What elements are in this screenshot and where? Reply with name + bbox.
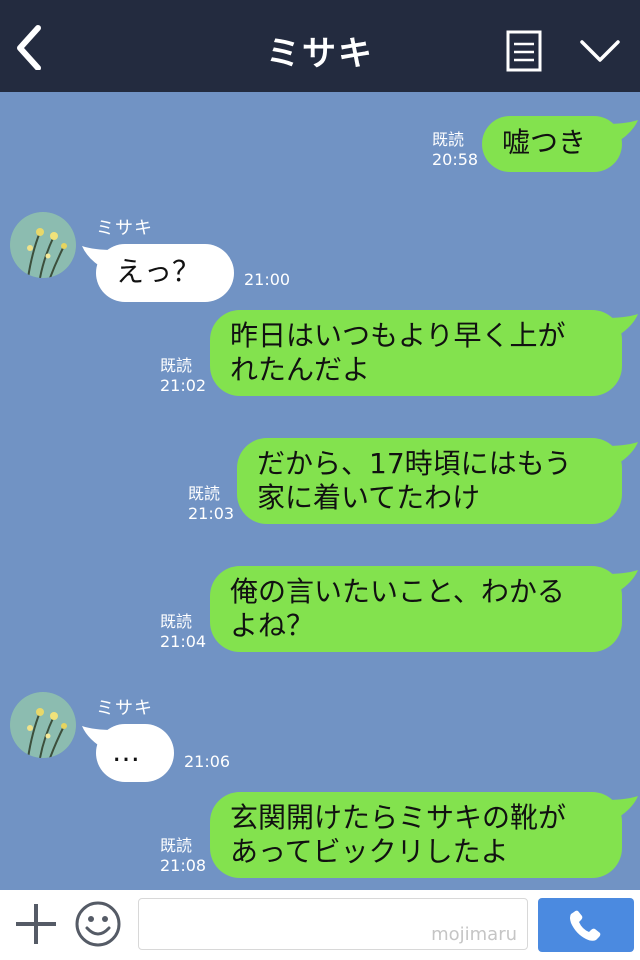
message-time: 21:06: [184, 752, 231, 771]
avatar[interactable]: [10, 212, 76, 278]
message-time: 21:02: [160, 376, 207, 395]
sender-name: ミサキ: [96, 698, 153, 719]
sticker-button[interactable]: [74, 900, 122, 948]
read-receipt: 既読 21:03: [188, 484, 234, 524]
read-status: 既読: [188, 484, 221, 503]
chat-header: ミサキ: [0, 0, 640, 92]
flower-avatar-image: [10, 692, 76, 758]
menu-button[interactable]: [500, 26, 548, 76]
message-input[interactable]: mojimaru: [138, 898, 528, 950]
collapse-button[interactable]: [574, 30, 626, 70]
my-message-bubble[interactable]: 俺の言いたいこと、わかる よね？: [210, 566, 622, 652]
read-receipt: 既読 21:02: [160, 356, 206, 396]
my-message-bubble[interactable]: 嘘つき: [482, 116, 622, 172]
sender-name: ミサキ: [96, 218, 153, 239]
my-message-bubble[interactable]: 昨日はいつもより早く上が れたんだよ: [210, 310, 622, 396]
chevron-down-icon: [580, 40, 620, 62]
smiley-icon: [75, 901, 121, 947]
message-input-bar: mojimaru: [0, 890, 640, 960]
message-time: 21:00: [244, 270, 291, 289]
avatar[interactable]: [10, 692, 76, 758]
their-message-bubble[interactable]: …: [96, 724, 174, 782]
read-receipt: 既読 21:04: [160, 612, 206, 652]
flower-avatar-image: [10, 212, 76, 278]
message-time: 21:03: [188, 504, 235, 523]
message-time: 21:08: [160, 856, 207, 875]
call-button[interactable]: [538, 898, 634, 952]
my-message-bubble[interactable]: だから、17時頃にはもう 家に着いてたわけ: [237, 438, 622, 524]
their-message-bubble[interactable]: えっ？: [96, 244, 234, 302]
message-time: 21:04: [160, 632, 207, 651]
add-button[interactable]: [14, 902, 58, 946]
read-status: 既読: [160, 356, 193, 375]
read-status: 既読: [432, 130, 465, 149]
read-receipt: 既読 21:08: [160, 836, 206, 876]
read-receipt: 既読 20:58: [432, 130, 478, 170]
read-status: 既読: [160, 612, 193, 631]
message-time: 20:58: [432, 150, 479, 169]
read-status: 既読: [160, 836, 193, 855]
plus-icon: [16, 904, 56, 944]
phone-icon: [570, 910, 601, 941]
watermark-text: mojimaru: [431, 924, 517, 945]
my-message-bubble[interactable]: 玄関開けたらミサキの靴が あってビックリしたよ: [210, 792, 622, 878]
menu-list-icon: [506, 30, 542, 72]
